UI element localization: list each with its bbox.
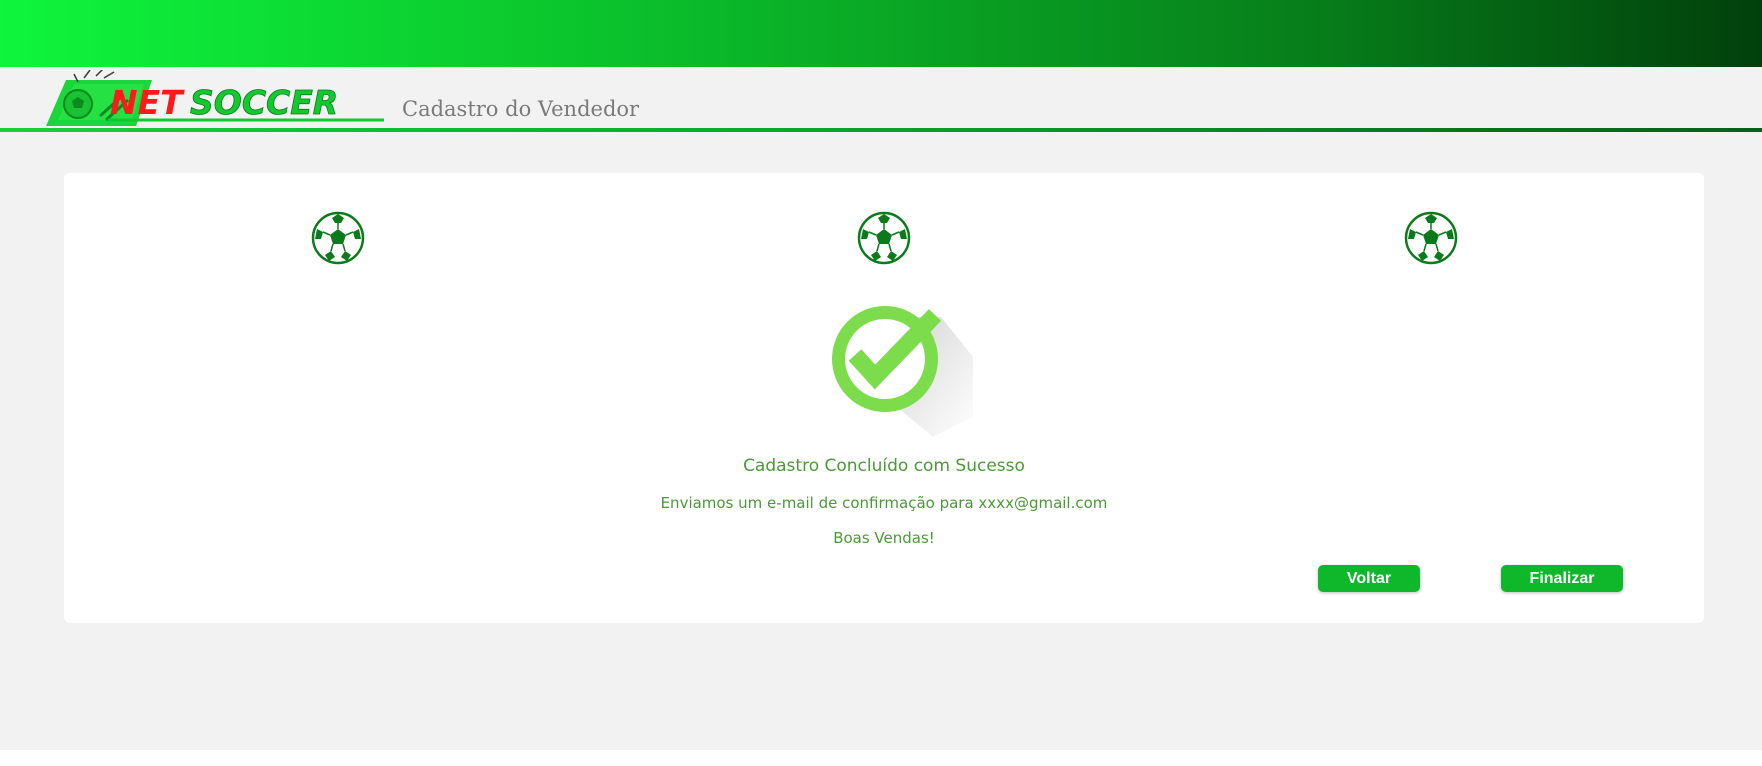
registration-card: Cadastro Concluído com Sucesso Enviamos … — [64, 173, 1704, 623]
check-graphic — [832, 306, 973, 437]
success-check-icon — [823, 297, 973, 437]
header: NET SOCCER Cadastro do Vendedor — [0, 67, 1762, 133]
step-3-ball — [1404, 211, 1458, 265]
header-divider — [0, 128, 1762, 132]
page: NET SOCCER Cadastro do Vendedor Cadastro… — [0, 0, 1762, 766]
footer-strip — [0, 750, 1762, 766]
farewell-message: Boas Vendas! — [833, 529, 935, 547]
confirmation-email-message: Enviamos um e-mail de confirmação para x… — [660, 494, 1108, 512]
step-1-ball — [311, 211, 365, 265]
success-title: Cadastro Concluído com Sucesso — [743, 456, 1025, 476]
logo-net-text: NET — [110, 83, 185, 122]
logo-soccer-text: SOCCER — [190, 83, 338, 122]
back-button[interactable]: Voltar — [1318, 565, 1420, 592]
logo-graphic: NET SOCCER — [46, 67, 384, 126]
finish-button[interactable]: Finalizar — [1501, 565, 1623, 592]
page-title: Cadastro do Vendedor — [402, 97, 640, 121]
netsoccer-logo[interactable]: NET SOCCER — [44, 67, 390, 130]
soccer-ball-icon — [857, 211, 911, 265]
soccer-ball-icon — [1404, 211, 1458, 265]
soccer-ball-icon — [311, 211, 365, 265]
top-gradient-band — [0, 0, 1762, 67]
step-2-ball — [857, 211, 911, 265]
